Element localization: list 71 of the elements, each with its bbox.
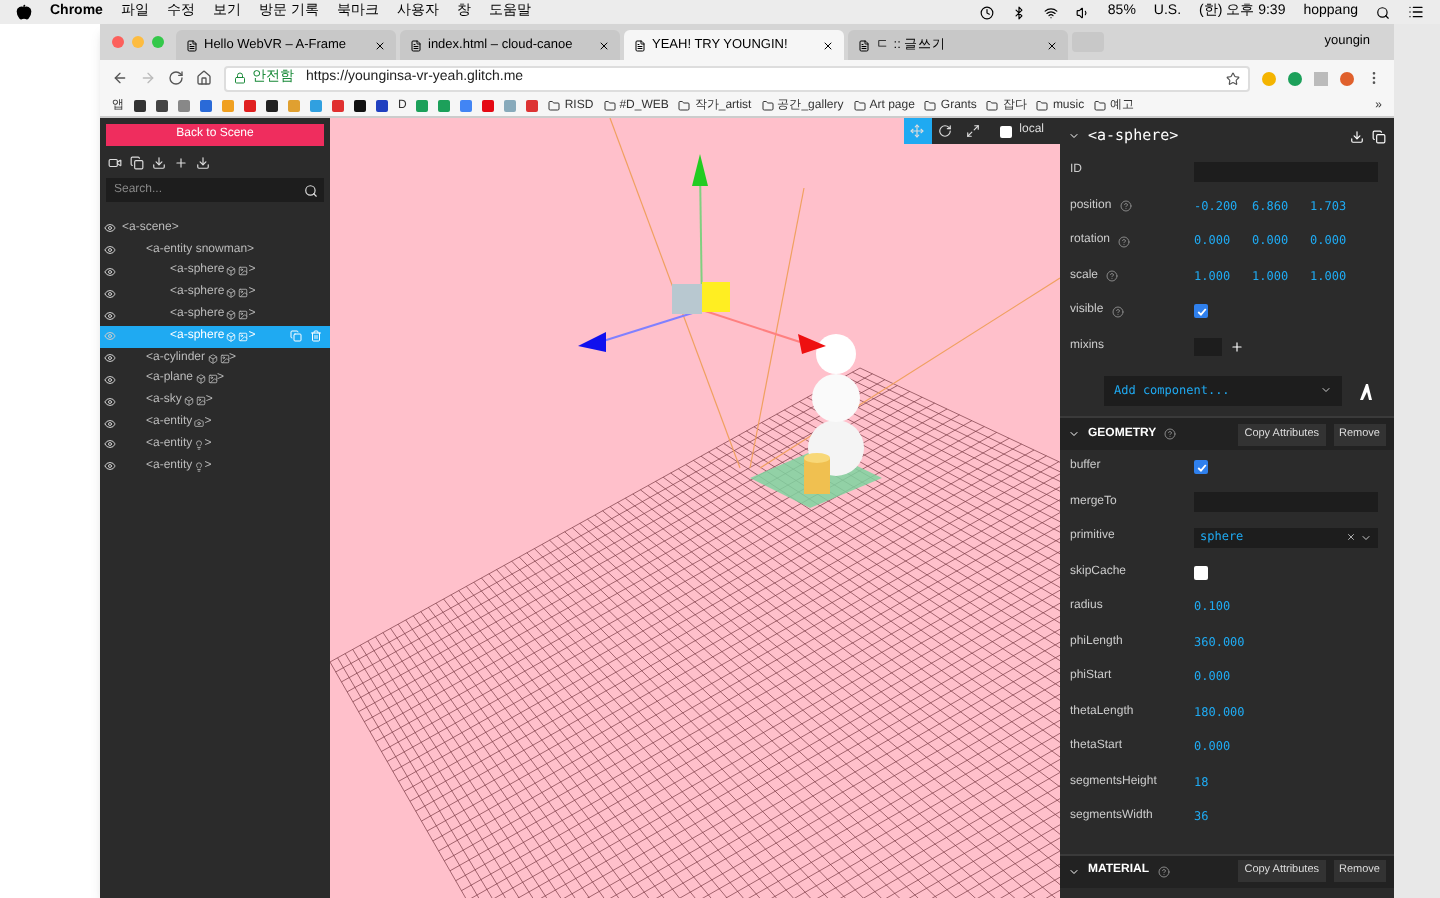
search-icon[interactable]	[1376, 5, 1390, 19]
folder-icon	[1036, 100, 1049, 112]
help-icon[interactable]	[1106, 270, 1119, 283]
close-icon[interactable]	[598, 39, 610, 51]
folder-icon	[761, 100, 774, 112]
download-icon[interactable]	[196, 155, 210, 169]
eye-icon[interactable]	[104, 352, 116, 365]
help-icon[interactable]	[1164, 428, 1177, 440]
eye-icon[interactable]	[104, 417, 116, 430]
component-icon	[194, 461, 205, 472]
volume-icon[interactable]	[1075, 5, 1090, 19]
checkbox[interactable]	[1194, 304, 1208, 319]
eye-icon[interactable]	[104, 395, 116, 408]
eye-icon[interactable]	[104, 309, 116, 322]
checkbox[interactable]	[1194, 565, 1208, 580]
folder-icon	[1094, 100, 1107, 112]
eye-icon[interactable]	[104, 222, 116, 235]
eye-icon[interactable]	[104, 265, 116, 278]
folder-icon	[603, 100, 616, 112]
bluetooth-icon[interactable]	[1011, 5, 1026, 19]
apple-icon[interactable]	[16, 4, 32, 20]
caret-icon	[1320, 384, 1332, 396]
eye-icon[interactable]	[104, 244, 116, 257]
help-icon[interactable]	[1157, 865, 1170, 877]
star-icon[interactable]	[1226, 71, 1240, 85]
clock-icon[interactable]	[979, 5, 994, 19]
camera-icon[interactable]	[108, 155, 122, 169]
close-icon[interactable]	[374, 39, 386, 51]
folder-icon	[548, 100, 561, 112]
caret-icon	[1068, 865, 1080, 877]
local-checkbox[interactable]	[999, 125, 1012, 137]
wifi-icon[interactable]	[1043, 5, 1058, 19]
home-icon[interactable]	[196, 70, 212, 86]
close-icon[interactable]	[822, 39, 834, 51]
lock-icon	[234, 72, 246, 84]
aframe-logo-icon[interactable]	[1358, 381, 1374, 399]
download-icon[interactable]	[1350, 129, 1364, 143]
eye-icon[interactable]	[104, 287, 116, 300]
eye-icon[interactable]	[104, 438, 116, 451]
page-icon	[634, 39, 646, 51]
delete-icon[interactable]	[310, 330, 322, 343]
help-icon[interactable]	[1118, 235, 1131, 248]
add-icon[interactable]	[1230, 339, 1244, 354]
close-icon[interactable]	[1046, 39, 1058, 51]
page-icon	[410, 39, 422, 51]
caret-icon	[1068, 428, 1080, 440]
help-icon[interactable]	[1111, 305, 1124, 318]
caret-icon[interactable]	[1360, 531, 1372, 544]
list-icon[interactable]	[1408, 4, 1424, 20]
component-icon	[194, 418, 205, 429]
checkbox[interactable]	[1194, 460, 1208, 475]
folder-icon	[924, 100, 937, 112]
folder-icon	[986, 100, 999, 112]
help-icon[interactable]	[1119, 200, 1132, 213]
eye-icon[interactable]	[104, 373, 116, 386]
translate-icon	[910, 124, 925, 138]
reload-icon[interactable]	[168, 70, 184, 86]
page-icon	[186, 39, 198, 51]
copy-icon[interactable]	[130, 155, 144, 169]
collapse-icon[interactable]	[1068, 130, 1080, 142]
page-icon	[858, 39, 870, 51]
folder-icon	[853, 100, 866, 112]
rotate-icon	[938, 124, 953, 138]
copy-icon[interactable]	[1372, 129, 1386, 143]
eye-icon[interactable]	[104, 460, 116, 473]
scale-icon	[966, 124, 981, 138]
add-icon[interactable]	[174, 155, 188, 169]
folder-icon	[678, 100, 691, 112]
back-icon[interactable]	[112, 70, 128, 86]
component-icon	[194, 439, 205, 450]
download-icon[interactable]	[152, 155, 166, 169]
